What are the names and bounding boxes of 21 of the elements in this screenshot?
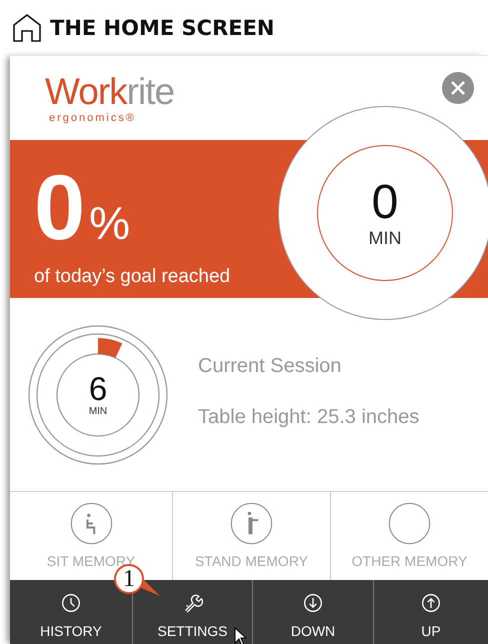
page-title: THE HOME SCREEN (50, 16, 275, 40)
sitting-person-icon (70, 502, 112, 545)
clock-icon (61, 592, 81, 612)
close-icon (449, 79, 467, 97)
session-title: Current Session (198, 354, 342, 378)
logo: Workrite (45, 72, 174, 112)
logo-tagline: ergonomics® (48, 112, 137, 124)
goal-percent: 0 (34, 164, 86, 252)
table-height: Table height: 25.3 inches (198, 406, 420, 428)
goal-unit: MIN (368, 228, 402, 248)
goal-caption: of today’s goal reached (34, 266, 232, 288)
home-icon (12, 12, 42, 42)
cursor-icon (234, 627, 248, 644)
percent-sign: % (89, 196, 130, 250)
standing-person-icon (230, 502, 273, 545)
goal-minutes: 0 (372, 178, 398, 228)
close-button[interactable] (442, 72, 474, 104)
wrench-icon (182, 592, 202, 612)
empty-circle-icon (388, 502, 431, 545)
session-unit: MIN (88, 406, 108, 417)
session-minutes: 6 (88, 372, 108, 406)
